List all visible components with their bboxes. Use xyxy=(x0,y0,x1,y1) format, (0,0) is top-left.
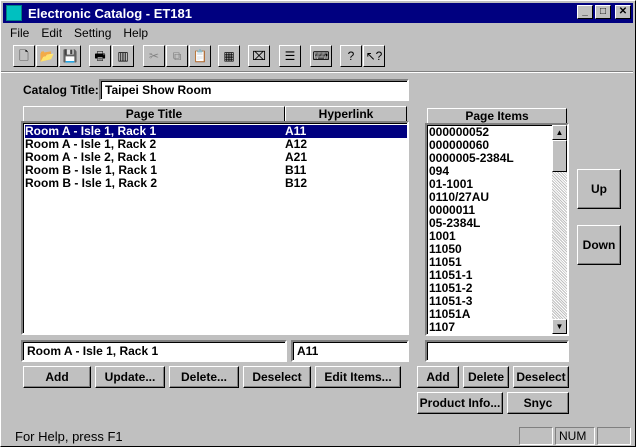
open-folder-icon[interactable]: 📂 xyxy=(36,45,58,67)
scroll-down-arrow-icon[interactable]: ▼ xyxy=(552,319,567,334)
paste-icon[interactable]: 📋 xyxy=(189,45,211,67)
close-button[interactable]: ✕ xyxy=(615,5,631,19)
minimize-button[interactable]: _ xyxy=(577,5,593,19)
sync-button[interactable]: Snyc xyxy=(507,392,569,414)
menu-bar: File Edit Setting Help xyxy=(3,24,153,42)
item-delete-button[interactable]: Delete xyxy=(463,366,509,388)
hyperlink-edit-value: A11 xyxy=(297,344,319,358)
status-bar: For Help, press F1 NUM xyxy=(3,426,633,446)
status-num-indicator: NUM xyxy=(555,427,595,445)
hyperlink-cell: B12 xyxy=(285,176,308,190)
hyperlink-edit-field[interactable]: A11 xyxy=(291,340,409,362)
column-header-page-title[interactable]: Page Title xyxy=(23,106,285,122)
item-deselect-button[interactable]: Deselect xyxy=(513,366,569,388)
catalog-title-value: Taipei Show Room xyxy=(105,83,212,97)
page-title-edit-value: Room A - Isle 1, Rack 1 xyxy=(27,344,159,358)
page-delete-button[interactable]: Delete... xyxy=(169,366,239,388)
edit-items-button[interactable]: Edit Items... xyxy=(315,366,401,388)
page-deselect-button[interactable]: Deselect xyxy=(243,366,311,388)
document-icon[interactable]: ☰ xyxy=(279,45,301,67)
maximize-button[interactable]: □ xyxy=(595,5,611,19)
column-header-hyperlink[interactable]: Hyperlink xyxy=(285,106,407,122)
toolbar-separator xyxy=(1,71,633,73)
save-icon[interactable]: 💾 xyxy=(59,45,81,67)
calculator-icon[interactable]: ▦ xyxy=(218,45,240,67)
context-help-icon[interactable]: ↖? xyxy=(363,45,385,67)
status-panel-scroll xyxy=(597,427,631,445)
move-down-button[interactable]: Down xyxy=(577,225,621,265)
page-title-cell: Room B - Isle 1, Rack 2 xyxy=(25,176,158,190)
new-file-icon[interactable]: 🗋 xyxy=(13,45,35,67)
cut-icon[interactable]: ✂ xyxy=(143,45,165,67)
column-header-page-items[interactable]: Page Items xyxy=(427,108,567,124)
title-bar[interactable]: Electronic Catalog - ET181 _ □ ✕ xyxy=(3,3,633,23)
status-panel-empty xyxy=(519,427,553,445)
barcode-icon[interactable]: ▥ xyxy=(112,45,134,67)
items-scrollbar[interactable]: ▲ ▼ xyxy=(552,125,567,334)
keyboard-icon[interactable]: ⌨ xyxy=(310,45,332,67)
catalog-title-label: Catalog Title: xyxy=(23,83,99,97)
copy-icon[interactable]: ⧉ xyxy=(166,45,188,67)
item-add-button[interactable]: Add xyxy=(417,366,459,388)
catalog-title-input[interactable]: Taipei Show Room xyxy=(99,79,409,101)
page-item-edit-field[interactable] xyxy=(425,340,569,362)
main-window: Electronic Catalog - ET181 _ □ ✕ File Ed… xyxy=(0,0,636,447)
page-update-button[interactable]: Update... xyxy=(95,366,165,388)
scroll-thumb[interactable] xyxy=(552,140,567,172)
page-row[interactable]: Room B - Isle 1, Rack 2 B12 xyxy=(25,177,407,190)
menu-setting[interactable]: Setting xyxy=(67,24,116,42)
move-up-button[interactable]: Up xyxy=(577,169,621,209)
scroll-up-arrow-icon[interactable]: ▲ xyxy=(552,125,567,140)
menu-file[interactable]: File xyxy=(3,24,34,42)
scanner-icon[interactable]: ⌧ xyxy=(248,45,270,67)
page-title-edit-field[interactable]: Room A - Isle 1, Rack 1 xyxy=(21,340,287,362)
product-info-button[interactable]: Product Info... xyxy=(417,392,503,414)
menu-help[interactable]: Help xyxy=(116,24,153,42)
list-item[interactable]: 1107 xyxy=(429,321,455,334)
status-help-text: For Help, press F1 xyxy=(15,429,123,444)
page-add-button[interactable]: Add xyxy=(23,366,91,388)
window-title: Electronic Catalog - ET181 xyxy=(28,5,192,21)
app-icon[interactable] xyxy=(6,5,22,21)
toolbar: 🗋 📂 💾 🖶 ▥ ✂ ⧉ 📋 ▦ ⌧ ☰ ⌨ ? ↖? xyxy=(3,43,633,69)
page-items-list[interactable]: 000000052 000000060 0000005-2384L 094 01… xyxy=(425,123,569,336)
help-icon[interactable]: ? xyxy=(340,45,362,67)
menu-edit[interactable]: Edit xyxy=(34,24,67,42)
page-list[interactable]: Room A - Isle 1, Rack 1 A11 Room A - Isl… xyxy=(21,121,409,335)
print-icon[interactable]: 🖶 xyxy=(89,45,111,67)
